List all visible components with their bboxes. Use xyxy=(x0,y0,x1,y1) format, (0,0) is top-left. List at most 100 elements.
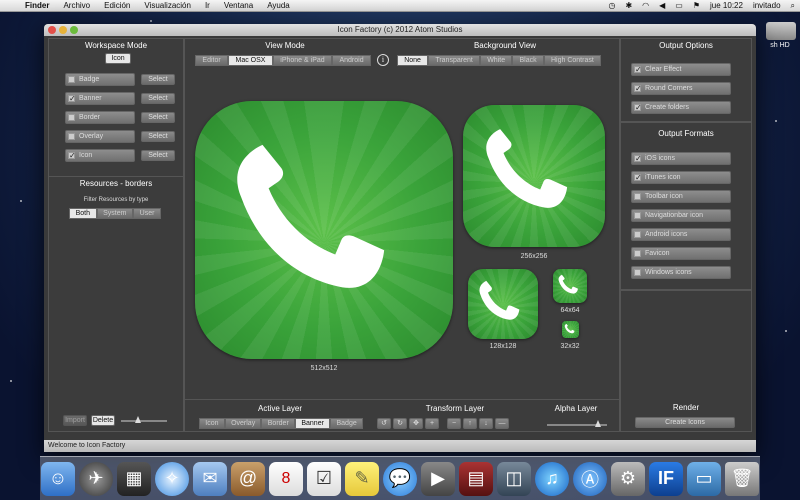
time-machine-icon[interactable]: ◷ xyxy=(603,1,620,10)
trash-icon[interactable]: 🗑 xyxy=(725,461,759,496)
battery-icon[interactable]: ▭ xyxy=(670,1,688,10)
slider-knob[interactable] xyxy=(595,420,601,427)
rotate-right-icon[interactable]: ↻ xyxy=(393,418,407,429)
select-border-button[interactable]: Select xyxy=(141,112,175,123)
select-icon-button[interactable]: Select xyxy=(141,150,175,161)
active-layer-banner[interactable]: Banner xyxy=(295,418,331,429)
menu-ventana[interactable]: Ventana xyxy=(217,1,260,10)
menu-ayuda[interactable]: Ayuda xyxy=(260,1,297,10)
checkbox[interactable] xyxy=(634,250,641,257)
active-layer-border[interactable]: Border xyxy=(261,418,296,429)
bluetooth-icon[interactable]: ✱ xyxy=(620,1,637,10)
contacts-icon[interactable]: @ xyxy=(231,461,265,496)
wifi-icon[interactable]: ◠ xyxy=(637,1,654,10)
spotlight-icon[interactable]: ⌕ xyxy=(786,1,800,11)
checkbox[interactable] xyxy=(634,269,641,276)
active-layer-icon[interactable]: Icon xyxy=(199,418,225,429)
menu-clock[interactable]: jue 10:22 xyxy=(705,1,748,10)
checkbox[interactable] xyxy=(634,212,641,219)
layer-checkbox-banner[interactable]: Banner xyxy=(65,92,135,105)
menu-ir[interactable]: Ir xyxy=(198,1,217,10)
select-banner-button[interactable]: Select xyxy=(141,93,175,104)
checkbox[interactable] xyxy=(634,102,642,113)
create-icons-button[interactable]: Create Icons xyxy=(635,417,735,428)
view-iphone-ipad[interactable]: iPhone & iPad xyxy=(272,55,333,66)
menu-edicion[interactable]: Edición xyxy=(97,1,137,10)
select-badge-button[interactable]: Select xyxy=(141,74,175,85)
checkbox[interactable] xyxy=(68,133,75,140)
bg-transparent[interactable]: Transparent xyxy=(428,55,480,66)
menu-app-name[interactable]: Finder xyxy=(18,1,56,10)
close-window-button[interactable] xyxy=(48,26,56,34)
filter-both[interactable]: Both xyxy=(69,208,97,219)
import-button[interactable]: Import xyxy=(63,415,87,426)
workspace-mode-button[interactable]: Icon xyxy=(105,53,131,64)
layer-checkbox-badge[interactable]: Badge xyxy=(65,73,135,86)
slider-knob[interactable] xyxy=(135,416,141,423)
format-android-icons[interactable]: Android icons xyxy=(631,228,731,241)
bg-none[interactable]: None xyxy=(397,55,429,66)
select-overlay-button[interactable]: Select xyxy=(141,131,175,142)
finder-icon[interactable]: ☺ xyxy=(41,461,75,496)
menu-archivo[interactable]: Archivo xyxy=(56,1,97,10)
move-icon[interactable]: ✥ xyxy=(409,418,423,429)
view-android[interactable]: Android xyxy=(332,55,372,66)
move-up-icon[interactable]: ↑ xyxy=(463,418,477,429)
flag-icon[interactable]: ⚑ xyxy=(688,1,705,10)
filter-user[interactable]: User xyxy=(133,208,161,219)
app-store-icon[interactable]: Ⓐ xyxy=(573,461,607,496)
alpha-slider[interactable] xyxy=(547,420,607,427)
menu-visualizacion[interactable]: Visualización xyxy=(137,1,198,10)
option-clear-effect[interactable]: Clear Effect xyxy=(631,63,731,76)
calendar-icon[interactable]: 8 xyxy=(269,461,303,496)
checkbox[interactable] xyxy=(634,153,642,164)
option-create-folders[interactable]: Create folders xyxy=(631,101,731,114)
volume-icon[interactable]: ◀ xyxy=(654,1,670,10)
icon-factory-app-icon[interactable]: IF xyxy=(649,461,683,496)
checkbox[interactable] xyxy=(634,83,642,94)
launchpad-icon[interactable]: ✈ xyxy=(79,461,113,496)
desktop-hard-disk[interactable]: sh HD xyxy=(760,22,800,52)
format-itunes-icon[interactable]: iTunes icon xyxy=(631,171,731,184)
layer-checkbox-border[interactable]: Border xyxy=(65,111,135,124)
safari-icon[interactable]: ✧ xyxy=(155,461,189,496)
delete-button[interactable]: Delete xyxy=(91,415,115,426)
bg-white[interactable]: White xyxy=(480,55,513,66)
format-toolbar-icon[interactable]: Toolbar icon xyxy=(631,190,731,203)
view-editor[interactable]: Editor xyxy=(195,55,229,66)
active-layer-badge[interactable]: Badge xyxy=(330,418,364,429)
bg-high-contrast[interactable]: High Contrast xyxy=(543,55,601,66)
flip-icon[interactable]: — xyxy=(495,418,509,429)
layer-checkbox-overlay[interactable]: Overlay xyxy=(65,130,135,143)
format-ios-icons[interactable]: iOS icons xyxy=(631,152,731,165)
checkbox[interactable] xyxy=(634,231,641,238)
checkbox[interactable] xyxy=(634,64,642,75)
view-mac-osx[interactable]: Mac OSX xyxy=(228,55,273,66)
reminders-icon[interactable]: ☑ xyxy=(307,461,341,496)
zoom-out-icon[interactable]: − xyxy=(447,418,461,429)
checkbox[interactable] xyxy=(634,193,641,200)
iphoto-icon[interactable]: ◫ xyxy=(497,461,531,496)
active-layer-overlay[interactable]: Overlay xyxy=(224,418,262,429)
rotate-left-icon[interactable]: ↺ xyxy=(377,418,391,429)
zoom-in-icon[interactable]: + xyxy=(425,418,439,429)
facetime-icon[interactable]: ▶ xyxy=(421,461,455,496)
applications-folder-icon[interactable]: ▭ xyxy=(687,461,721,496)
layer-checkbox-icon[interactable]: Icon xyxy=(65,149,135,162)
minimize-window-button[interactable] xyxy=(59,26,67,34)
info-icon[interactable]: i xyxy=(377,54,389,66)
messages-icon[interactable]: 💬 xyxy=(383,461,417,496)
format-navigationbar-icon[interactable]: Navigationbar icon xyxy=(631,209,731,222)
zoom-window-button[interactable] xyxy=(70,26,78,34)
mission-control-icon[interactable]: ▦ xyxy=(117,461,151,496)
menu-user[interactable]: invitado xyxy=(748,1,786,10)
move-down-icon[interactable]: ↓ xyxy=(479,418,493,429)
notes-icon[interactable]: ✎ xyxy=(345,461,379,496)
checkbox[interactable] xyxy=(68,150,76,161)
checkbox[interactable] xyxy=(68,76,75,83)
checkbox[interactable] xyxy=(68,93,76,104)
itunes-icon[interactable]: ♫ xyxy=(535,461,569,496)
photo-booth-icon[interactable]: ▤ xyxy=(459,461,493,496)
format-windows-icons[interactable]: Windows icons xyxy=(631,266,731,279)
checkbox[interactable] xyxy=(68,114,75,121)
